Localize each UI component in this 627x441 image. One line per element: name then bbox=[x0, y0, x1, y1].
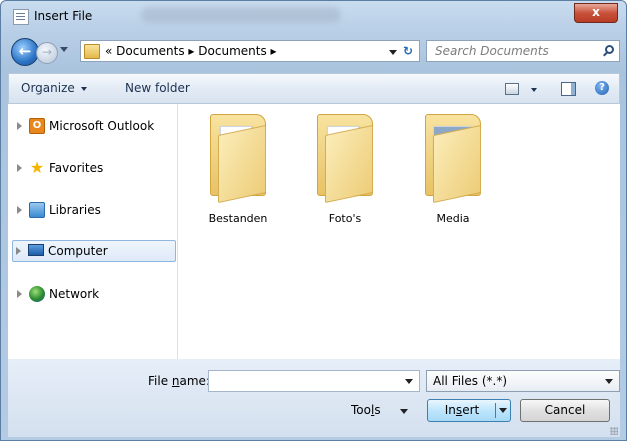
chevron-down-icon bbox=[80, 86, 87, 91]
tools-label-text: Too bbox=[351, 403, 371, 417]
blurred-document-title bbox=[141, 7, 341, 23]
organize-label: Organize bbox=[21, 81, 75, 95]
breadcrumb: « Documents ▸ Documents ▸ bbox=[105, 44, 277, 58]
file-type-select[interactable]: All Files (*.*) bbox=[426, 370, 620, 392]
sidebar-item-label: Computer bbox=[48, 244, 108, 258]
breadcrumb-overflow[interactable]: « bbox=[105, 44, 112, 58]
sidebar-item-microsoft-outlook[interactable]: O Microsoft Outlook bbox=[14, 116, 174, 136]
file-name-label: File name: bbox=[148, 374, 210, 388]
outlook-icon: O bbox=[29, 118, 45, 134]
insert-label-text: ert bbox=[462, 403, 480, 417]
chevron-down-icon[interactable] bbox=[531, 88, 537, 92]
sidebar-item-computer[interactable]: Computer bbox=[12, 240, 176, 262]
folder-item-fotos[interactable]: Foto's bbox=[305, 112, 385, 232]
chevron-down-icon[interactable] bbox=[389, 50, 397, 55]
sidebar-item-favorites[interactable]: ★ Favorites bbox=[14, 158, 174, 178]
sidebar-item-network[interactable]: Network bbox=[14, 284, 174, 304]
file-list: Bestanden Foto's Media bbox=[178, 104, 620, 359]
back-button[interactable]: ← bbox=[11, 38, 39, 66]
dialog-footer: File name: All Files (*.*) Tools Insert … bbox=[8, 359, 620, 437]
title-bar[interactable]: Insert File x bbox=[1, 1, 626, 31]
file-type-value: All Files (*.*) bbox=[433, 374, 508, 388]
folder-item-media[interactable]: Media bbox=[413, 112, 493, 232]
insert-file-dialog: Insert File x ← → « Documents ▸ Document… bbox=[0, 0, 627, 441]
sidebar-item-label: Favorites bbox=[49, 161, 104, 175]
folder-label: Media bbox=[436, 212, 470, 225]
preview-pane-icon[interactable] bbox=[561, 82, 576, 96]
libraries-icon bbox=[29, 202, 45, 218]
new-folder-button[interactable]: New folder bbox=[125, 81, 190, 95]
sidebar-item-libraries[interactable]: Libraries bbox=[14, 200, 174, 220]
split-divider bbox=[495, 403, 496, 418]
navigation-bar: ← → « Documents ▸ Documents ▸ ↻ Search D… bbox=[8, 34, 620, 70]
insert-file-icon bbox=[13, 9, 29, 25]
star-icon: ★ bbox=[29, 158, 45, 177]
breadcrumb-separator[interactable]: ▸ bbox=[271, 44, 277, 58]
folder-label: Bestanden bbox=[208, 212, 268, 225]
breadcrumb-item-documents-sub[interactable]: Documents bbox=[198, 44, 266, 58]
search-input[interactable]: Search Documents bbox=[435, 44, 549, 58]
folder-front bbox=[433, 124, 481, 204]
sidebar-item-label: Microsoft Outlook bbox=[49, 119, 155, 133]
folder-icon bbox=[84, 44, 100, 59]
sidebar-item-label: Network bbox=[49, 287, 100, 301]
file-name-label-text: ame: bbox=[179, 374, 210, 388]
organize-button[interactable]: Organize bbox=[21, 81, 87, 95]
close-button[interactable]: x bbox=[574, 3, 618, 23]
command-toolbar: Organize New folder ? bbox=[8, 73, 620, 104]
breadcrumb-item-documents[interactable]: Documents bbox=[116, 44, 184, 58]
file-name-field[interactable] bbox=[208, 370, 420, 392]
computer-icon bbox=[28, 244, 44, 256]
cancel-button[interactable]: Cancel bbox=[520, 399, 610, 422]
chevron-down-icon[interactable] bbox=[405, 379, 413, 384]
address-bar[interactable]: « Documents ▸ Documents ▸ ↻ bbox=[80, 40, 420, 62]
forward-button[interactable]: → bbox=[36, 42, 58, 64]
navigation-pane: O Microsoft Outlook ★ Favorites Librarie… bbox=[8, 104, 178, 359]
expand-arrow-icon[interactable] bbox=[17, 206, 22, 214]
network-icon bbox=[29, 286, 45, 302]
sidebar-item-label: Libraries bbox=[49, 203, 101, 217]
expand-arrow-icon[interactable] bbox=[17, 122, 22, 130]
recent-pages-dropdown-icon[interactable] bbox=[60, 47, 68, 52]
folder-front bbox=[218, 124, 266, 204]
search-box[interactable]: Search Documents bbox=[426, 40, 620, 62]
folder-label: Foto's bbox=[328, 212, 362, 225]
file-name-accesskey: n bbox=[171, 374, 180, 388]
chevron-down-icon bbox=[605, 379, 613, 384]
window-title: Insert File bbox=[34, 9, 93, 23]
breadcrumb-separator[interactable]: ▸ bbox=[188, 44, 194, 58]
search-icon[interactable] bbox=[605, 45, 614, 54]
expand-arrow-icon[interactable] bbox=[16, 247, 21, 255]
help-icon[interactable]: ? bbox=[595, 81, 609, 95]
expand-arrow-icon[interactable] bbox=[17, 164, 22, 172]
insert-button[interactable]: Insert bbox=[427, 399, 511, 422]
change-view-icon[interactable] bbox=[505, 83, 519, 95]
tools-button[interactable]: Tools bbox=[351, 403, 381, 417]
refresh-icon[interactable]: ↻ bbox=[399, 43, 417, 59]
folder-item-bestanden[interactable]: Bestanden bbox=[198, 112, 278, 232]
chevron-down-icon[interactable] bbox=[400, 409, 408, 414]
folder-front bbox=[325, 124, 373, 204]
expand-arrow-icon[interactable] bbox=[17, 290, 22, 298]
insert-label-text: In bbox=[444, 403, 456, 417]
tools-label-text: s bbox=[374, 403, 381, 417]
file-name-label-text: File bbox=[148, 374, 172, 388]
chevron-down-icon[interactable] bbox=[499, 408, 507, 413]
insert-label: Insert bbox=[428, 400, 496, 421]
resize-grip[interactable] bbox=[610, 427, 618, 435]
